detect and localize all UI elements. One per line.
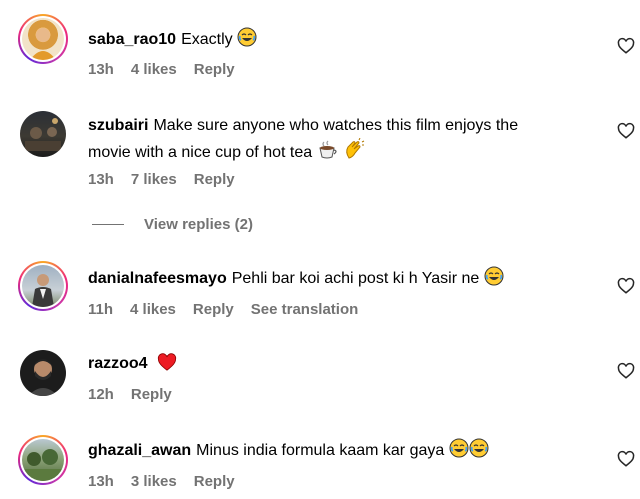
- comment-likes[interactable]: 7 likes: [131, 171, 177, 188]
- avatar[interactable]: [18, 435, 68, 485]
- comment-username[interactable]: razzoo4: [88, 355, 148, 372]
- comment-time: 12h: [88, 386, 114, 403]
- heart-outline-icon[interactable]: [617, 450, 635, 468]
- view-replies-button[interactable]: View replies (2): [92, 214, 253, 234]
- face-with-tears-of-joy-icon: [484, 266, 504, 294]
- heart-outline-icon[interactable]: [617, 122, 635, 140]
- comment-item: razzoo4 12h Reply: [0, 335, 640, 420]
- comment-text: Make sure anyone who watches this film e…: [153, 117, 519, 134]
- clapping-hands-icon: [343, 137, 365, 168]
- comment-text: Minus india formula kaam kar gaya: [196, 442, 445, 459]
- comment-item: ghazali_awan Minus india formula kaam kar…: [0, 420, 640, 499]
- comment-username[interactable]: szubairi: [88, 117, 148, 134]
- comment-likes[interactable]: 3 likes: [131, 473, 177, 490]
- avatar[interactable]: [18, 14, 68, 64]
- avatar[interactable]: [20, 111, 66, 157]
- see-translation-button[interactable]: See translation: [251, 301, 359, 318]
- divider: [92, 223, 124, 225]
- comment-likes[interactable]: 4 likes: [130, 301, 176, 318]
- comment-item: saba_rao10 Exactly 13h 4 likes Reply: [0, 0, 640, 100]
- heart-outline-icon[interactable]: [617, 362, 635, 380]
- face-with-tears-of-joy-icon: [237, 27, 257, 55]
- reply-button[interactable]: Reply: [131, 386, 172, 403]
- comment-likes[interactable]: 4 likes: [131, 61, 177, 78]
- avatar[interactable]: [18, 261, 68, 311]
- comment-username[interactable]: saba_rao10: [88, 31, 176, 48]
- comment-username[interactable]: ghazali_awan: [88, 442, 191, 459]
- hot-beverage-icon: [317, 140, 339, 168]
- red-heart-icon: [157, 353, 177, 379]
- reply-button[interactable]: Reply: [194, 171, 235, 188]
- heart-outline-icon[interactable]: [617, 37, 635, 55]
- comment-text-continued: movie with a nice cup of hot tea: [88, 144, 313, 161]
- reply-button[interactable]: Reply: [194, 473, 235, 490]
- comment-item: danialnafeesmayo Pehli bar koi achi post …: [0, 250, 640, 335]
- comment-username[interactable]: danialnafeesmayo: [88, 270, 227, 287]
- comment-time: 11h: [88, 301, 114, 318]
- avatar[interactable]: [20, 350, 66, 396]
- reply-button[interactable]: Reply: [194, 61, 235, 78]
- heart-outline-icon[interactable]: [617, 277, 635, 295]
- comment-text: Pehli bar koi achi post ki h Yasir ne: [231, 270, 480, 287]
- comment-time: 13h: [88, 171, 114, 188]
- comment-text: Exactly: [181, 31, 233, 48]
- reply-button[interactable]: Reply: [193, 301, 234, 318]
- comment-time: 13h: [88, 473, 114, 490]
- view-replies-label: View replies (2): [144, 215, 253, 233]
- comment-time: 13h: [88, 61, 114, 78]
- face-with-tears-of-joy-icon: [449, 438, 469, 466]
- face-with-tears-of-joy-icon: [469, 438, 489, 466]
